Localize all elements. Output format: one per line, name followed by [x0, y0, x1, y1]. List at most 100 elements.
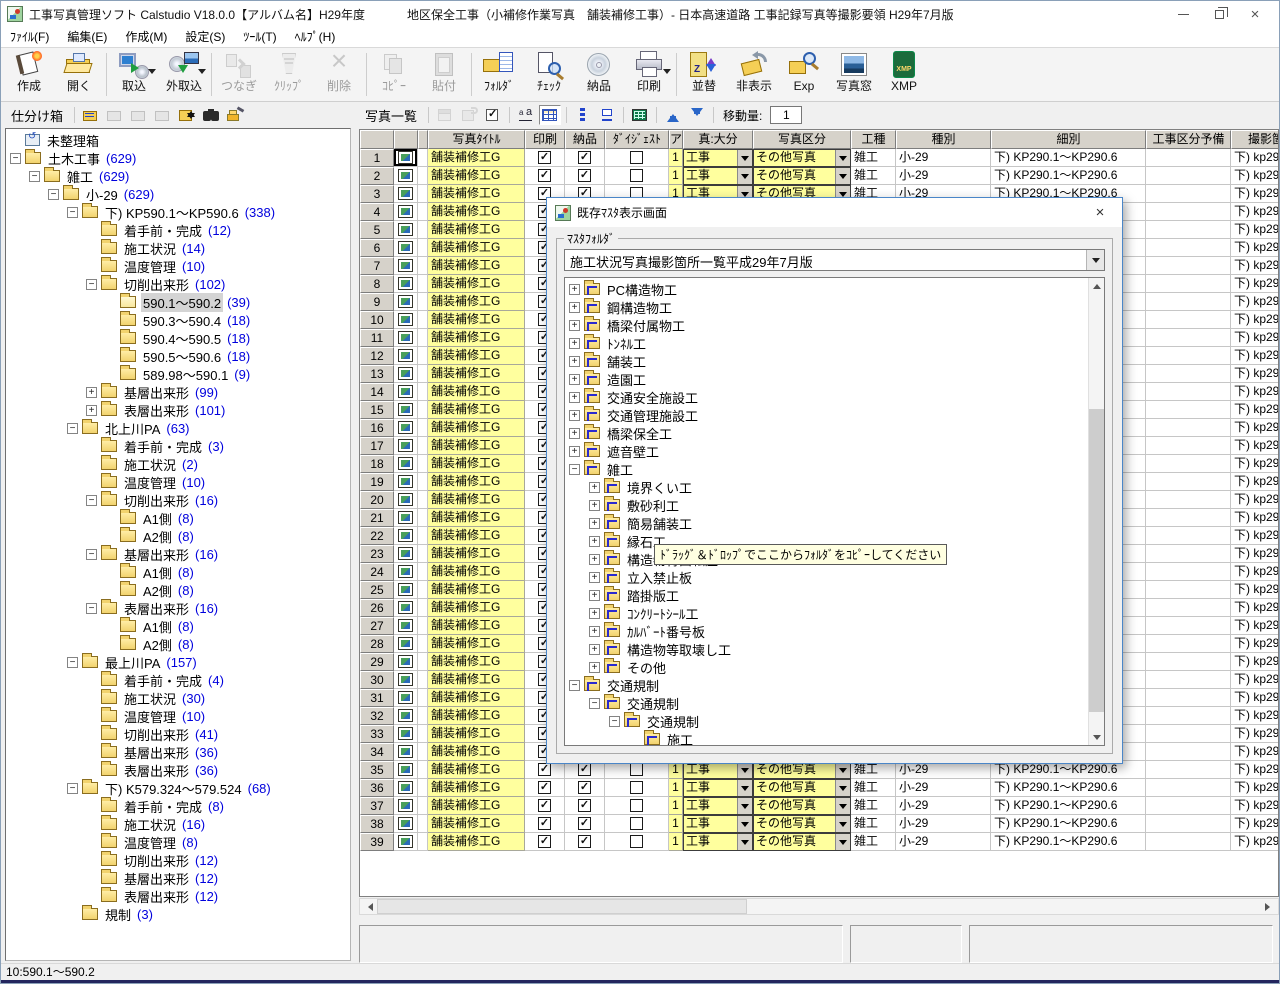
location-cell[interactable]: 下) kp29: [1231, 833, 1278, 851]
tree-item[interactable]: 施工状況 (16): [6, 815, 350, 833]
open-button[interactable]: 開く: [54, 49, 104, 100]
tree-item[interactable]: 切削出来形 (12): [6, 851, 350, 869]
collapse-icon[interactable]: −: [86, 548, 97, 560]
photo-icon-cell[interactable]: [394, 167, 418, 185]
tree-item[interactable]: + ｺﾝｸﾘｰﾄｼｰﾙ工: [565, 604, 1104, 622]
expand-icon[interactable]: +: [569, 337, 580, 349]
row-number[interactable]: 26: [360, 599, 394, 617]
digest-checkbox[interactable]: [630, 817, 643, 830]
combo-dropdown-button[interactable]: [1086, 250, 1104, 270]
dropdown-button[interactable]: [835, 150, 850, 166]
location-cell[interactable]: 下) kp29: [1231, 761, 1278, 779]
album-number-cell[interactable]: 1: [669, 779, 683, 797]
location-cell[interactable]: 下) kp29: [1231, 275, 1278, 293]
dropdown-arrow-icon[interactable]: [663, 69, 671, 78]
row-number[interactable]: 27: [360, 617, 394, 635]
digest-checkbox-cell[interactable]: [605, 149, 669, 167]
tree-item[interactable]: + 交通安全施設工: [565, 388, 1104, 406]
digest-checkbox[interactable]: [630, 151, 643, 164]
collapse-icon[interactable]: −: [48, 188, 59, 200]
scrollbar-thumb[interactable]: [1089, 408, 1104, 713]
photo-title-cell[interactable]: 舗装補修工G: [428, 383, 525, 401]
column-header[interactable]: ア: [669, 130, 683, 149]
print-checkbox-cell[interactable]: [525, 797, 565, 815]
photo-icon-cell[interactable]: [394, 149, 418, 167]
tree-item[interactable]: 施工状況 (30): [6, 689, 350, 707]
expand-icon[interactable]: +: [569, 391, 580, 403]
reserve-cell[interactable]: [1146, 635, 1231, 653]
digest-checkbox[interactable]: [630, 799, 643, 812]
dropdown-button[interactable]: [835, 834, 850, 850]
tree-item[interactable]: − 北上川PA (63): [6, 419, 350, 437]
row-number[interactable]: 23: [360, 545, 394, 563]
dropdown-button[interactable]: [737, 168, 752, 184]
reserve-cell[interactable]: [1146, 779, 1231, 797]
location-cell[interactable]: 下) kp29: [1231, 581, 1278, 599]
minimize-button[interactable]: [1165, 2, 1201, 26]
collapse-icon[interactable]: −: [67, 206, 78, 218]
location-cell[interactable]: 下) kp29: [1231, 689, 1278, 707]
check-button[interactable]: ﾁｪｯｸ: [524, 49, 574, 100]
reserve-cell[interactable]: [1146, 581, 1231, 599]
expand-icon[interactable]: +: [569, 355, 580, 367]
row-number[interactable]: 21: [360, 509, 394, 527]
reserve-cell[interactable]: [1146, 545, 1231, 563]
photo-icon-cell[interactable]: [394, 725, 418, 743]
photo-icon-cell[interactable]: [394, 707, 418, 725]
row-number[interactable]: 18: [360, 455, 394, 473]
column-header[interactable]: 種別: [896, 130, 991, 149]
row-number[interactable]: 13: [360, 365, 394, 383]
expand-icon[interactable]: +: [569, 301, 580, 313]
photo-title-cell[interactable]: 舗装補修工G: [428, 329, 525, 347]
photo-title-cell[interactable]: 舗装補修工G: [428, 527, 525, 545]
deliver-checkbox[interactable]: [578, 781, 591, 794]
row-number[interactable]: 15: [360, 401, 394, 419]
reserve-cell[interactable]: [1146, 149, 1231, 167]
photo-title-cell[interactable]: 舗装補修工G: [428, 311, 525, 329]
print-checkbox-cell[interactable]: [525, 779, 565, 797]
print-checkbox[interactable]: [538, 799, 551, 812]
collapse-icon[interactable]: −: [86, 494, 97, 506]
location-cell[interactable]: 下) kp29: [1231, 347, 1278, 365]
photo-title-cell[interactable]: 舗装補修工G: [428, 293, 525, 311]
photo-window-button[interactable]: 写真窓: [829, 49, 879, 100]
photo-icon-cell[interactable]: [394, 203, 418, 221]
location-cell[interactable]: 下) kp29: [1231, 185, 1278, 203]
dialog-close-button[interactable]: ×: [1080, 199, 1120, 227]
row-number[interactable]: 14: [360, 383, 394, 401]
reserve-cell[interactable]: [1146, 239, 1231, 257]
dropdown-button[interactable]: [835, 798, 850, 814]
reserve-cell[interactable]: [1146, 833, 1231, 851]
collapse-icon[interactable]: −: [67, 422, 78, 434]
photo-icon-cell[interactable]: [394, 185, 418, 203]
reserve-cell[interactable]: [1146, 383, 1231, 401]
column-header[interactable]: 真:大分: [683, 130, 753, 149]
photo-title-cell[interactable]: 舗装補修工G: [428, 545, 525, 563]
scroll-right-button[interactable]: [1261, 899, 1278, 914]
deliver-checkbox[interactable]: [578, 169, 591, 182]
photo-icon-cell[interactable]: [394, 671, 418, 689]
work-type-cell[interactable]: 雑工: [851, 167, 896, 185]
menu-item-3[interactable]: 設定(S): [176, 27, 234, 47]
move-up-button[interactable]: [662, 105, 684, 125]
reserve-cell[interactable]: [1146, 167, 1231, 185]
reserve-cell[interactable]: [1146, 419, 1231, 437]
dropdown-button[interactable]: [737, 150, 752, 166]
photo-title-cell[interactable]: 舗装補修工G: [428, 509, 525, 527]
deliver-checkbox-cell[interactable]: [565, 149, 605, 167]
reserve-cell[interactable]: [1146, 203, 1231, 221]
photo-title-cell[interactable]: 舗装補修工G: [428, 221, 525, 239]
row-number[interactable]: 31: [360, 689, 394, 707]
tree-item[interactable]: + 踏掛版工: [565, 586, 1104, 604]
column-header[interactable]: 撮影箇: [1231, 130, 1278, 149]
photo-title-cell[interactable]: 舗装補修工G: [428, 419, 525, 437]
location-cell[interactable]: 下) kp29: [1231, 401, 1278, 419]
location-cell[interactable]: 下) kp29: [1231, 437, 1278, 455]
tree-item[interactable]: 規制 (3): [6, 905, 350, 923]
photo-icon-cell[interactable]: [394, 329, 418, 347]
photo-title-cell[interactable]: 舗装補修工G: [428, 707, 525, 725]
scroll-up-button[interactable]: [1089, 278, 1104, 294]
reserve-cell[interactable]: [1146, 401, 1231, 419]
tree-item[interactable]: 施工状況 (14): [6, 239, 350, 257]
location-cell[interactable]: 下) kp29: [1231, 509, 1278, 527]
